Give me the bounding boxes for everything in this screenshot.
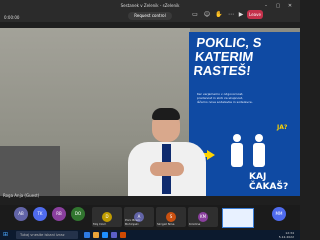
participant-name: Poni Brezi - Bohinjski [125, 218, 142, 226]
close-icon[interactable]: ✕ [286, 3, 294, 9]
participant-tile[interactable]: D Moj Dom [92, 207, 122, 227]
minimize-icon[interactable]: – [262, 3, 270, 9]
maximize-icon[interactable]: ▢ [274, 3, 282, 9]
participant-name: Kristina [189, 222, 201, 226]
participant-name: Moj Dom [93, 222, 107, 226]
camera-icon[interactable]: ▶ [236, 10, 246, 20]
participant-initial: KM [198, 212, 208, 222]
participant-avatar[interactable]: RB [52, 207, 66, 221]
shared-content-thumbnail[interactable] [222, 208, 254, 228]
window-title: Sestanek v Zelenik - sZelenik [120, 3, 180, 8]
os-taskbar: ⊞ Tukaj vnesite iskani izraz 12:34 5.12.… [0, 230, 300, 240]
office-icon[interactable] [120, 232, 126, 238]
poster-ja: JA? [277, 124, 288, 131]
video-caption: Roga Anja (Guest) [3, 193, 40, 198]
file-explorer-icon[interactable] [84, 232, 90, 238]
poster-kaj: KAJ ČAKAŠ? [249, 172, 289, 192]
clock-date: 5.12.2022 [278, 235, 294, 239]
chat-icon[interactable]: ▭ [190, 10, 200, 20]
meeting-timer: 0:00:00 [4, 15, 20, 20]
participant-avatar[interactable]: MM [272, 207, 286, 221]
participant-tile[interactable]: A Poni Brezi - Bohinjski [124, 207, 154, 227]
participant-tile[interactable]: KM Kristina [188, 207, 218, 227]
leave-button[interactable]: Leave [247, 10, 263, 19]
teams-icon[interactable] [111, 232, 117, 238]
participant-initial: D [102, 212, 112, 222]
poster-title: POKLIC, S KATERIM RASTEŠ! [192, 35, 263, 78]
browser-icon[interactable] [102, 232, 108, 238]
participant-tray: AB TK RB DO D Moj Dom A Poni Brezi - Boh… [0, 205, 300, 230]
reactions-icon[interactable]: ✋ [214, 10, 224, 20]
request-control-button[interactable]: Request control [128, 12, 172, 20]
participant-avatar[interactable]: AB [14, 207, 28, 221]
participant-tile[interactable]: S Skrgat Nina [156, 207, 186, 227]
taskbar-clock[interactable]: 12:34 5.12.2022 [270, 231, 294, 239]
more-icon[interactable]: ⋯ [226, 10, 236, 20]
participant-avatar[interactable]: TK [33, 207, 47, 221]
participant-name: Skrgat Nina [157, 222, 175, 226]
windows-start-icon[interactable]: ⊞ [3, 232, 10, 238]
participant-avatar[interactable]: DO [71, 207, 85, 221]
police-figures-icon [231, 134, 265, 167]
title-bar: Sestanek v Zelenik - sZelenik – ▢ ✕ 0:00… [0, 0, 300, 22]
folder-icon[interactable] [93, 232, 99, 238]
speaker [120, 108, 215, 196]
speaker-hands [150, 162, 184, 176]
participant-initial: S [166, 212, 176, 222]
main-video: POKLIC, S KATERIM RASTEŠ! Ker verjamemo … [0, 28, 300, 196]
poster-body: Ker verjamemo v odgovornost, predanost i… [197, 92, 253, 104]
people-icon[interactable]: ☺ [202, 10, 212, 20]
speaker-hair [152, 108, 180, 120]
foreground-object [0, 146, 60, 196]
taskbar-search-input[interactable]: Tukaj vnesite iskani izraz [16, 231, 78, 239]
